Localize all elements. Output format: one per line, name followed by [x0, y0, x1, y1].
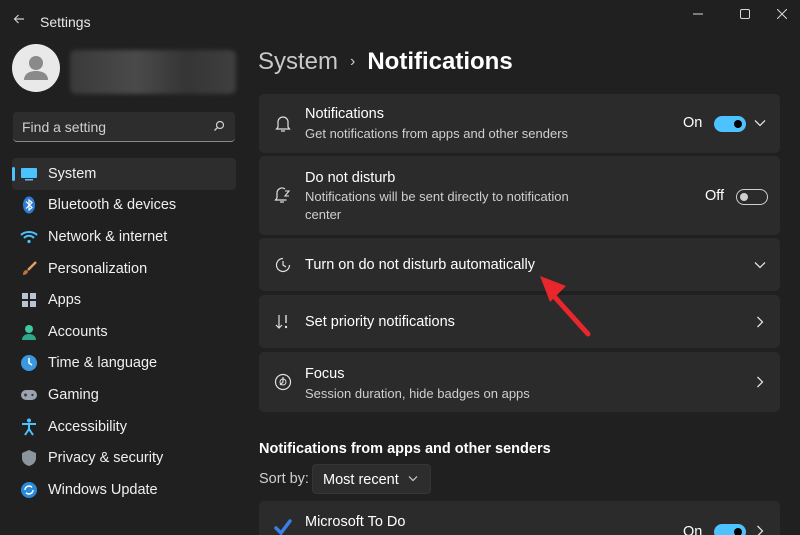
app-notification-toggle[interactable]	[714, 524, 746, 535]
sidebar-item-label: Personalization	[48, 260, 148, 277]
sidebar-item-label: Time & language	[48, 355, 158, 372]
sidebar-item-label: Privacy & security	[48, 450, 164, 467]
card-subtitle: Session duration, hide badges on apps	[305, 386, 530, 401]
toggle-state-label: Off	[705, 188, 725, 204]
do-not-disturb-card[interactable]: Do not disturb Notifications will be sen…	[259, 156, 780, 235]
sidebar-nav: System Bluetooth & devices Network & int…	[12, 158, 236, 506]
sidebar-item-system[interactable]: System	[12, 158, 236, 190]
profile-info-redacted	[70, 50, 236, 94]
sidebar-item-bluetooth[interactable]: Bluetooth & devices	[12, 190, 236, 222]
priority-notifications-card[interactable]: Set priority notifications	[259, 295, 780, 348]
sidebar-item-label: System	[48, 165, 97, 182]
sort-label: Sort by:	[259, 471, 309, 487]
dnd-automatic-card[interactable]: Turn on do not disturb automatically	[259, 238, 780, 291]
breadcrumb: System › Notifications	[258, 48, 513, 76]
breadcrumb-separator: ›	[350, 53, 356, 70]
chevron-right-icon[interactable]	[754, 525, 766, 535]
bluetooth-icon	[20, 196, 38, 214]
title-bar: Settings	[0, 0, 800, 46]
windows-update-icon	[20, 481, 38, 499]
app-row-microsoft-to-do[interactable]: Microsoft To Do On	[259, 501, 780, 535]
page-title: Notifications	[367, 48, 513, 75]
sidebar-item-time-language[interactable]: Time & language	[12, 348, 236, 380]
sidebar-item-network[interactable]: Network & internet	[12, 221, 236, 253]
sidebar-item-label: Accessibility	[48, 418, 127, 435]
chevron-right-icon[interactable]	[754, 316, 766, 328]
search-placeholder: Find a setting	[22, 119, 107, 135]
card-title: Turn on do not disturb automatically	[305, 257, 535, 273]
clock-icon	[273, 255, 293, 275]
card-title: Notifications	[305, 106, 384, 122]
search-input[interactable]: Find a setting	[13, 112, 235, 142]
avatar[interactable]	[12, 44, 60, 92]
minimize-button[interactable]	[680, 0, 716, 28]
focus-card[interactable]: Focus Session duration, hide badges on a…	[259, 352, 780, 412]
app-name: Microsoft To Do	[305, 514, 406, 530]
card-title: Focus	[305, 366, 345, 382]
sidebar-item-personalization[interactable]: Personalization	[12, 253, 236, 285]
card-subtitle-line1: Notifications will be sent directly to n…	[305, 189, 569, 204]
sidebar-item-label: Apps	[48, 292, 82, 309]
notifications-toggle[interactable]	[714, 116, 746, 132]
chevron-down-icon[interactable]	[754, 117, 766, 129]
microsoft-to-do-icon	[273, 517, 293, 535]
sidebar-item-windows-update[interactable]: Windows Update	[12, 474, 236, 506]
sidebar-item-apps[interactable]: Apps	[12, 284, 236, 316]
close-button[interactable]	[764, 0, 800, 28]
sidebar-item-label: Accounts	[48, 323, 108, 340]
shield-icon	[20, 449, 38, 467]
maximize-icon	[740, 9, 750, 19]
sort-priority-icon	[273, 312, 293, 332]
toggle-state-label: On	[683, 115, 703, 131]
apps-icon	[20, 291, 38, 309]
notifications-card[interactable]: Notifications Get notifications from app…	[259, 94, 780, 153]
chevron-down-icon	[408, 476, 418, 482]
toggle-state-label: On	[683, 524, 703, 535]
back-button[interactable]	[8, 8, 30, 30]
card-title: Set priority notifications	[305, 314, 455, 330]
chevron-down-icon[interactable]	[754, 259, 766, 271]
bell-snooze-icon	[273, 185, 293, 205]
minimize-icon	[693, 13, 703, 15]
back-arrow-icon	[13, 14, 24, 24]
do-not-disturb-toggle[interactable]	[736, 189, 768, 205]
system-icon	[20, 165, 38, 183]
user-silhouette-icon	[24, 56, 48, 80]
card-subtitle-line2: center	[305, 207, 342, 222]
maximize-button[interactable]	[727, 0, 763, 28]
time-language-icon	[20, 354, 38, 372]
focus-icon	[273, 372, 293, 392]
apps-section-title: Notifications from apps and other sender…	[259, 441, 551, 457]
accounts-icon	[20, 323, 38, 341]
breadcrumb-parent[interactable]: System	[258, 48, 338, 76]
sidebar-item-privacy-security[interactable]: Privacy & security	[12, 442, 236, 474]
card-subtitle: Get notifications from apps and other se…	[305, 126, 569, 141]
chevron-right-icon[interactable]	[754, 376, 766, 388]
brush-icon	[20, 260, 38, 278]
card-title: Do not disturb	[305, 170, 396, 186]
accessibility-icon	[20, 418, 38, 436]
bell-icon	[273, 114, 293, 134]
app-title: Settings	[40, 14, 91, 30]
search-icon	[214, 120, 225, 131]
sidebar-item-label: Network & internet	[48, 228, 168, 245]
sidebar-item-label: Bluetooth & devices	[48, 197, 177, 214]
sidebar-item-gaming[interactable]: Gaming	[12, 379, 236, 411]
sort-dropdown[interactable]: Most recent	[312, 464, 431, 494]
network-icon	[20, 228, 38, 246]
annotation-arrow-icon	[540, 276, 591, 337]
close-icon	[777, 9, 787, 19]
sort-dropdown-value: Most recent	[323, 472, 399, 488]
sidebar-item-label: Gaming	[48, 386, 99, 403]
gaming-icon	[20, 386, 38, 404]
sidebar-item-accounts[interactable]: Accounts	[12, 316, 236, 348]
sidebar-item-accessibility[interactable]: Accessibility	[12, 411, 236, 443]
sidebar-item-label: Windows Update	[48, 481, 158, 498]
